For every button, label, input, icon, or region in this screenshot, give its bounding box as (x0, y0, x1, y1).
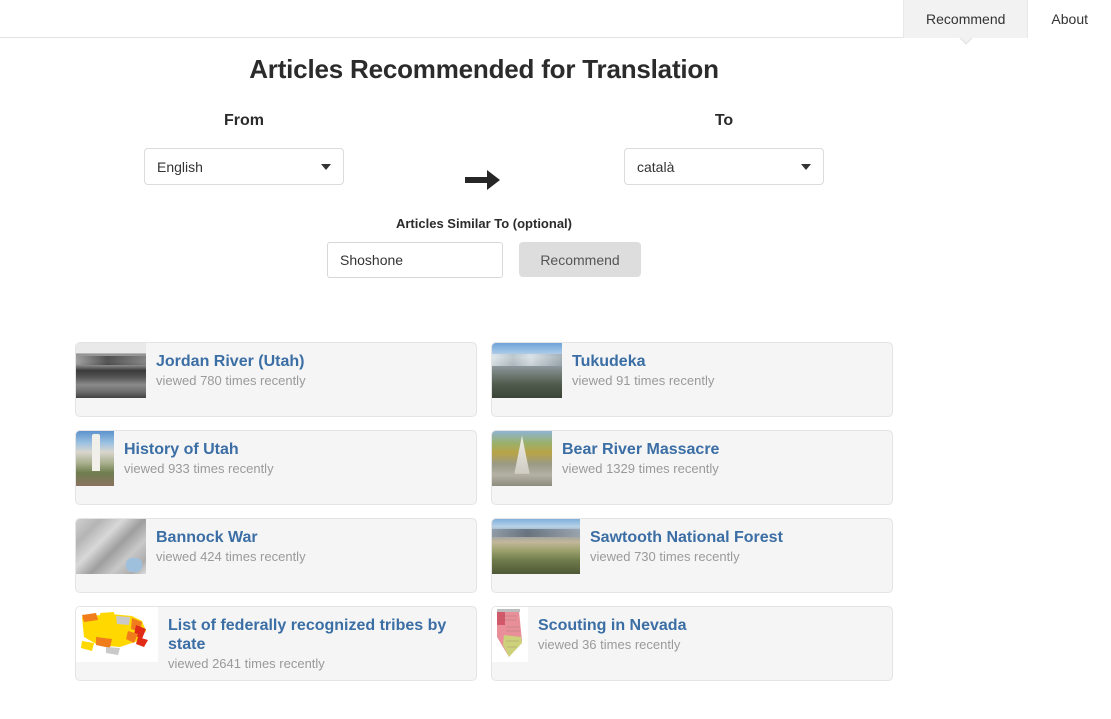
article-title-link[interactable]: Sawtooth National Forest (590, 528, 783, 547)
arrow-right-icon (455, 160, 511, 200)
article-card[interactable]: History of Utah viewed 933 times recentl… (75, 430, 477, 505)
article-thumbnail-image (492, 607, 528, 662)
article-view-count: viewed 2641 times recently (168, 656, 466, 672)
article-title-link[interactable]: Bear River Massacre (562, 440, 719, 459)
similar-articles-label: Articles Similar To (optional) (0, 216, 968, 231)
article-card-body: Jordan River (Utah) viewed 780 times rec… (146, 343, 316, 389)
article-view-count: viewed 730 times recently (590, 549, 783, 565)
article-card[interactable]: Jordan River (Utah) viewed 780 times rec… (75, 342, 477, 417)
chevron-down-icon (801, 164, 811, 170)
page-title: Articles Recommended for Translation (0, 54, 968, 85)
article-card[interactable]: List of federally recognized tribes by s… (75, 606, 477, 681)
article-title-link[interactable]: Scouting in Nevada (538, 616, 686, 635)
similar-articles-row: Articles Similar To (optional) Recommend (0, 216, 968, 278)
article-card-body: Sawtooth National Forest viewed 730 time… (580, 519, 793, 565)
article-title-link[interactable]: History of Utah (124, 440, 274, 459)
article-card[interactable]: Tukudeka viewed 91 times recently (491, 342, 893, 417)
top-navbar: Recommend About (0, 0, 1111, 38)
article-card[interactable]: Scouting in Nevada viewed 36 times recen… (491, 606, 893, 681)
article-title-link[interactable]: Bannock War (156, 528, 306, 547)
article-card-body: Bear River Massacre viewed 1329 times re… (552, 431, 729, 477)
tab-about-label: About (1051, 11, 1088, 27)
from-language-dropdown[interactable]: English (144, 148, 344, 185)
from-label: From (144, 112, 344, 130)
tab-recommend-label: Recommend (926, 11, 1005, 27)
article-view-count: viewed 91 times recently (572, 373, 714, 389)
article-title-link[interactable]: Tukudeka (572, 352, 714, 371)
active-tab-chevron-down-icon (959, 38, 973, 46)
article-thumbnail-image (492, 431, 552, 486)
article-view-count: viewed 36 times recently (538, 637, 686, 653)
similar-articles-controls: Recommend (0, 242, 968, 278)
to-label: To (624, 112, 824, 130)
article-view-count: viewed 780 times recently (156, 373, 306, 389)
similar-articles-input[interactable] (327, 242, 503, 278)
from-language-group: From English (144, 112, 344, 185)
article-thumbnail-image (492, 519, 580, 574)
article-title-link[interactable]: List of federally recognized tribes by s… (168, 616, 466, 654)
article-card[interactable]: Sawtooth National Forest viewed 730 time… (491, 518, 893, 593)
chevron-down-icon (321, 164, 331, 170)
article-view-count: viewed 1329 times recently (562, 461, 719, 477)
article-view-count: viewed 933 times recently (124, 461, 274, 477)
recommended-articles-grid: Jordan River (Utah) viewed 780 times rec… (75, 342, 893, 681)
article-thumbnail-image (492, 343, 562, 398)
article-view-count: viewed 424 times recently (156, 549, 306, 565)
article-card-body: List of federally recognized tribes by s… (158, 607, 476, 672)
article-thumbnail-image (76, 607, 158, 662)
article-card[interactable]: Bear River Massacre viewed 1329 times re… (491, 430, 893, 505)
to-language-group: To català (624, 112, 824, 185)
tab-recommend[interactable]: Recommend (903, 0, 1028, 38)
nav-tab-list: Recommend About (903, 0, 1111, 38)
language-selector-row: From English To català (0, 112, 968, 192)
article-thumbnail-image (76, 431, 114, 486)
tab-about[interactable]: About (1028, 0, 1111, 38)
article-card[interactable]: Bannock War viewed 424 times recently (75, 518, 477, 593)
article-card-body: History of Utah viewed 933 times recentl… (114, 431, 284, 477)
article-card-body: Scouting in Nevada viewed 36 times recen… (528, 607, 696, 653)
article-thumbnail-image (76, 519, 146, 574)
to-language-value: català (637, 159, 801, 175)
article-title-link[interactable]: Jordan River (Utah) (156, 352, 306, 371)
from-language-value: English (157, 159, 321, 175)
recommend-button[interactable]: Recommend (519, 242, 641, 277)
article-card-body: Bannock War viewed 424 times recently (146, 519, 316, 565)
article-thumbnail-image (76, 343, 146, 398)
to-language-dropdown[interactable]: català (624, 148, 824, 185)
article-card-body: Tukudeka viewed 91 times recently (562, 343, 724, 389)
